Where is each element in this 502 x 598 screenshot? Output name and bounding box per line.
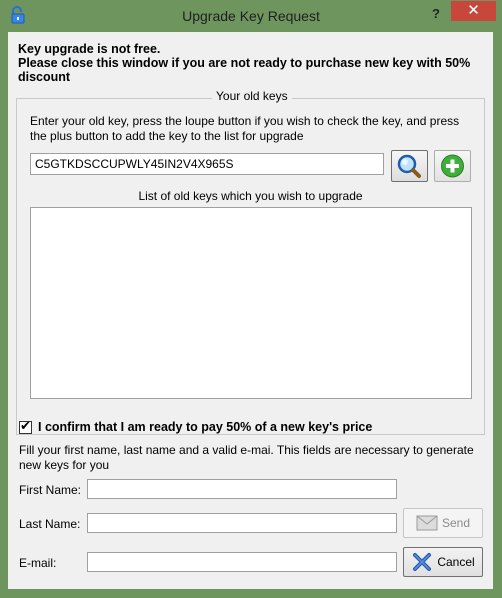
first-name-field[interactable] [87, 479, 397, 499]
cancel-button[interactable]: Cancel [403, 547, 483, 577]
confirm-label: I confirm that I am ready to pay 50% of … [38, 420, 373, 434]
plus-icon [441, 154, 464, 178]
confirm-row[interactable]: ✔ I confirm that I am ready to pay 50% o… [19, 417, 373, 434]
envelope-icon [416, 515, 438, 531]
add-key-button[interactable] [434, 150, 471, 182]
confirm-checkbox[interactable]: ✔ [19, 417, 32, 434]
x-icon [413, 553, 432, 571]
loupe-icon [397, 154, 421, 178]
old-key-instructions: Enter your old key, press the loupe butt… [30, 114, 460, 143]
email-field[interactable] [87, 552, 397, 572]
upgrade-key-window: Upgrade Key Request ? ✕ Key upgrade is n… [0, 0, 502, 598]
check-key-button[interactable] [391, 150, 428, 182]
warning-line-1: Key upgrade is not free. [18, 42, 161, 56]
first-name-label: First Name: [19, 483, 82, 497]
old-key-input[interactable] [30, 153, 384, 175]
form-instructions: Fill your first name, last name and a va… [19, 443, 474, 472]
window-title: Upgrade Key Request [182, 8, 320, 24]
warning-text: Key upgrade is not free. Please close th… [18, 42, 478, 84]
keys-list-title: List of old keys which you wish to upgra… [138, 189, 363, 203]
checkmark-icon: ✔ [20, 417, 31, 433]
email-label: E-mail: [19, 556, 57, 570]
dialog-body: Key upgrade is not free. Please close th… [8, 32, 493, 589]
help-button[interactable]: ? [428, 4, 444, 24]
old-keys-group-title: Your old keys [212, 89, 292, 103]
send-button[interactable]: Send [403, 508, 483, 538]
send-label: Send [441, 516, 471, 530]
cancel-label: Cancel [437, 555, 475, 569]
last-name-label: Last Name: [19, 517, 81, 531]
old-keys-list[interactable] [30, 207, 472, 399]
warning-line-2: Please close this window if you are not … [18, 56, 471, 84]
close-button[interactable]: ✕ [451, 1, 496, 21]
last-name-field[interactable] [87, 513, 397, 533]
title-bar[interactable]: Upgrade Key Request ? ✕ [0, 0, 502, 32]
